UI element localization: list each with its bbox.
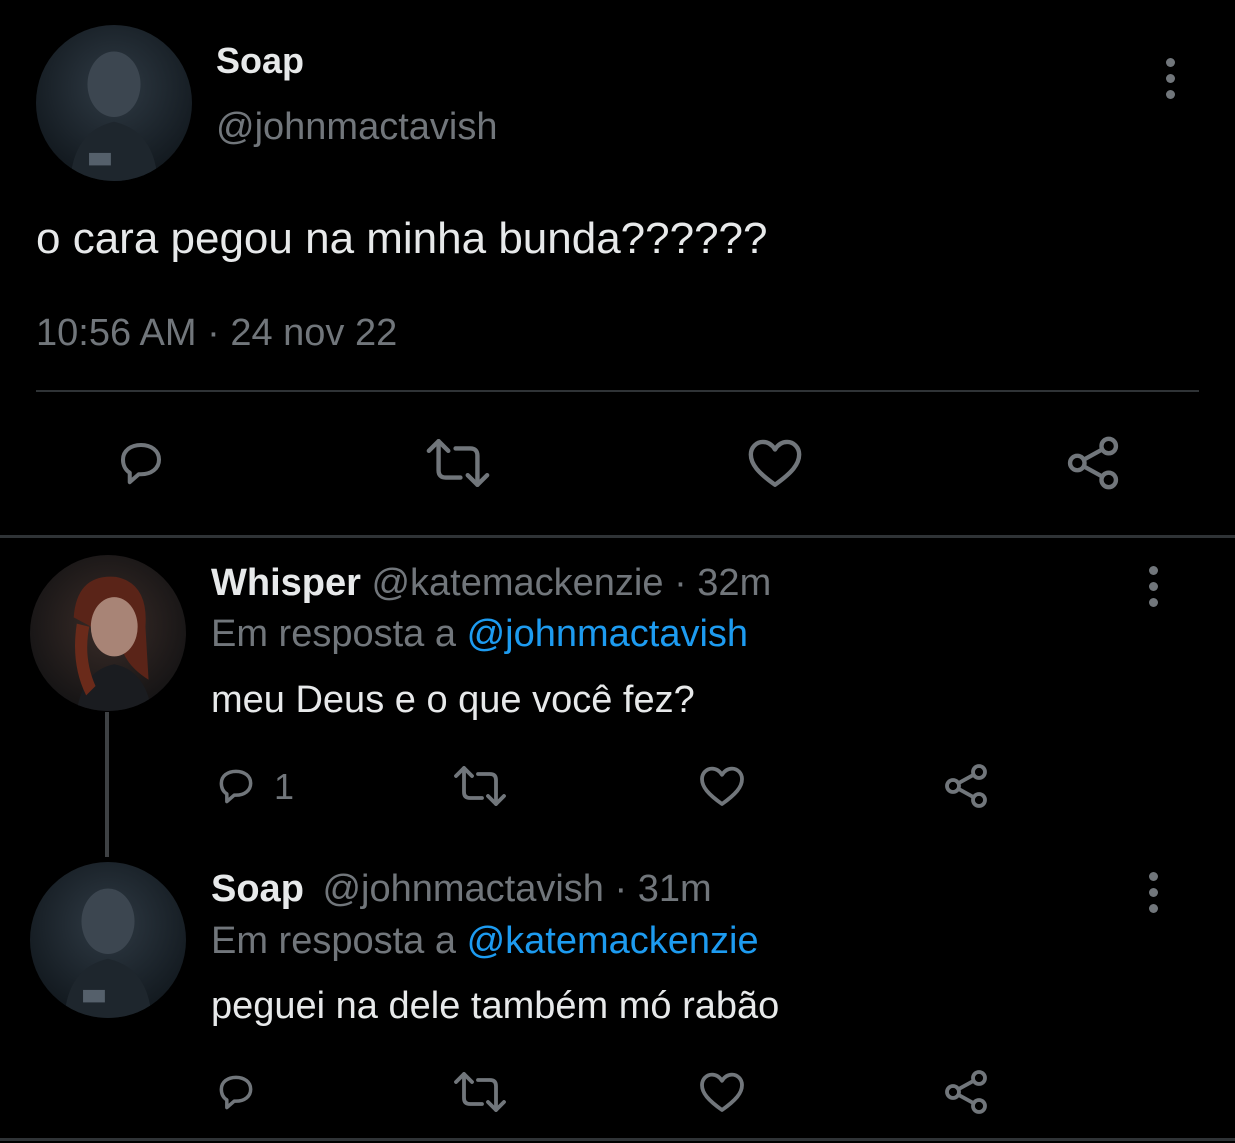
reply-prefix: Em resposta a xyxy=(211,920,456,962)
bottom-divider xyxy=(0,1138,1235,1141)
reply-icon[interactable] xyxy=(214,764,258,808)
tweet-header: Soap @johnmactavish · 31m xyxy=(211,868,712,911)
heart-icon[interactable] xyxy=(697,764,747,808)
thread-line xyxy=(105,712,109,857)
mention-link[interactable]: @katemackenzie xyxy=(467,920,759,962)
more-vertical-icon[interactable] xyxy=(1166,58,1176,106)
tweet-time: 10:56 AM xyxy=(36,312,197,354)
avatar[interactable] xyxy=(36,25,192,181)
reply-count: 1 xyxy=(274,766,295,807)
divider xyxy=(36,390,1199,392)
tweet-header: Whisper @katemackenzie · 32m xyxy=(211,562,771,605)
retweet-icon[interactable] xyxy=(452,1070,508,1114)
author-name[interactable]: Whisper xyxy=(211,562,361,604)
retweet-icon[interactable] xyxy=(452,764,508,808)
reply-prefix: Em resposta a xyxy=(211,613,456,655)
tweet-text: peguei na dele também mó rabão xyxy=(211,985,780,1027)
heart-icon[interactable] xyxy=(746,436,804,490)
time-ago[interactable]: 32m xyxy=(697,562,771,604)
author-handle[interactable]: @katemackenzie xyxy=(371,562,663,604)
tweet-text: meu Deus e o que você fez? xyxy=(211,679,695,721)
section-divider xyxy=(0,535,1235,538)
avatar[interactable] xyxy=(30,862,186,1018)
author-name[interactable]: Soap xyxy=(216,40,304,82)
heart-icon[interactable] xyxy=(697,1070,747,1114)
separator: · xyxy=(674,562,687,604)
time-ago[interactable]: 31m xyxy=(638,868,712,910)
separator: · xyxy=(614,868,628,910)
reply-icon[interactable] xyxy=(214,1070,258,1114)
share-icon[interactable] xyxy=(942,1068,990,1116)
reply-icon[interactable] xyxy=(114,436,168,490)
share-icon[interactable] xyxy=(1064,434,1122,492)
author-handle[interactable]: @johnmactavish xyxy=(322,868,603,910)
date-separator: · xyxy=(207,312,220,354)
tweet-timestamp[interactable]: 10:56 AM · 24 nov 22 xyxy=(36,312,397,355)
author-name[interactable]: Soap xyxy=(211,868,304,910)
tweet-date: 24 nov 22 xyxy=(230,312,398,354)
mention-link[interactable]: @johnmactavish xyxy=(467,613,748,655)
reply-context: Em resposta a @katemackenzie xyxy=(211,920,759,963)
more-vertical-icon[interactable] xyxy=(1149,566,1159,614)
avatar[interactable] xyxy=(30,555,186,711)
retweet-icon[interactable] xyxy=(424,436,492,490)
more-vertical-icon[interactable] xyxy=(1149,872,1159,920)
reply-context: Em resposta a @johnmactavish xyxy=(211,613,748,656)
tweet-text: o cara pegou na minha bunda?????? xyxy=(36,214,768,263)
share-icon[interactable] xyxy=(942,762,990,810)
author-handle[interactable]: @johnmactavish xyxy=(216,106,497,149)
